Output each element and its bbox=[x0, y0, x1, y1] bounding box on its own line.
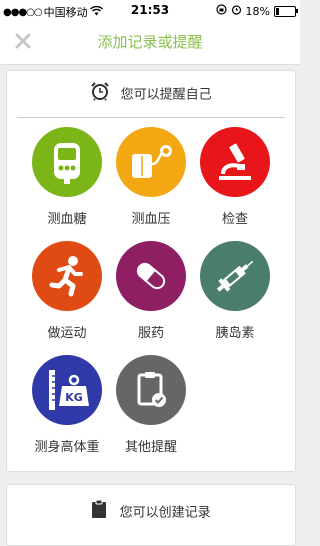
remind-item-glucose[interactable]: 测血糖 bbox=[22, 127, 112, 227]
page-title: 添加记录或提醒 bbox=[97, 33, 203, 51]
remind-item-checkup[interactable]: 检查 bbox=[190, 127, 280, 227]
remind-item-label: 做运动 bbox=[47, 326, 87, 341]
remind-card: 您可以提醒自己 测血糖 测血压 检查 做运动 服药 胰岛素 KG 测身高体重 其… bbox=[6, 70, 296, 472]
battery-percent: 18% bbox=[245, 4, 270, 18]
clipboard-icon bbox=[91, 499, 107, 523]
remind-item-exercise[interactable]: 做运动 bbox=[22, 241, 112, 341]
remind-item-label: 胰岛素 bbox=[215, 326, 255, 341]
alarm-icon bbox=[231, 4, 242, 18]
blood-pressure-icon bbox=[116, 127, 186, 197]
status-right: 18% bbox=[215, 4, 298, 18]
pill-icon bbox=[116, 241, 186, 311]
microscope-icon bbox=[200, 127, 270, 197]
running-icon bbox=[32, 241, 102, 311]
remind-item-blood-pressure[interactable]: 测血压 bbox=[106, 127, 196, 227]
divider bbox=[17, 117, 285, 118]
remind-item-label: 其他提醒 bbox=[124, 440, 177, 455]
remind-item-label: 服药 bbox=[137, 326, 164, 341]
battery-icon bbox=[274, 5, 298, 17]
glucose-meter-icon bbox=[32, 127, 102, 197]
remind-item-insulin[interactable]: 胰岛素 bbox=[190, 241, 280, 341]
status-bar: ●●●○○ 中国移动 21:53 18% bbox=[0, 0, 300, 20]
remind-item-medicine[interactable]: 服药 bbox=[106, 241, 196, 341]
orientation-lock-icon bbox=[215, 4, 227, 18]
svg-text:KG: KG bbox=[65, 391, 83, 404]
weight-icon: KG bbox=[32, 355, 102, 425]
record-heading-text: 您可以创建记录 bbox=[119, 505, 211, 521]
remind-item-label: 测身高体重 bbox=[34, 440, 100, 455]
remind-item-label: 测血糖 bbox=[47, 212, 87, 227]
remind-heading: 您可以提醒自己 bbox=[7, 81, 295, 107]
remind-heading-text: 您可以提醒自己 bbox=[120, 87, 212, 103]
header-bar: 添加记录或提醒 bbox=[0, 20, 300, 65]
alarm-clock-icon bbox=[90, 81, 110, 105]
remind-item-other[interactable]: 其他提醒 bbox=[106, 355, 196, 455]
remind-item-height-weight[interactable]: KG 测身高体重 bbox=[22, 355, 112, 455]
record-card[interactable]: 您可以创建记录 bbox=[6, 484, 296, 546]
remind-item-label: 检查 bbox=[221, 212, 248, 227]
clipboard-icon bbox=[116, 355, 186, 425]
record-heading: 您可以创建记录 bbox=[7, 499, 295, 523]
remind-item-label: 测血压 bbox=[131, 212, 171, 227]
syringe-icon bbox=[200, 241, 270, 311]
